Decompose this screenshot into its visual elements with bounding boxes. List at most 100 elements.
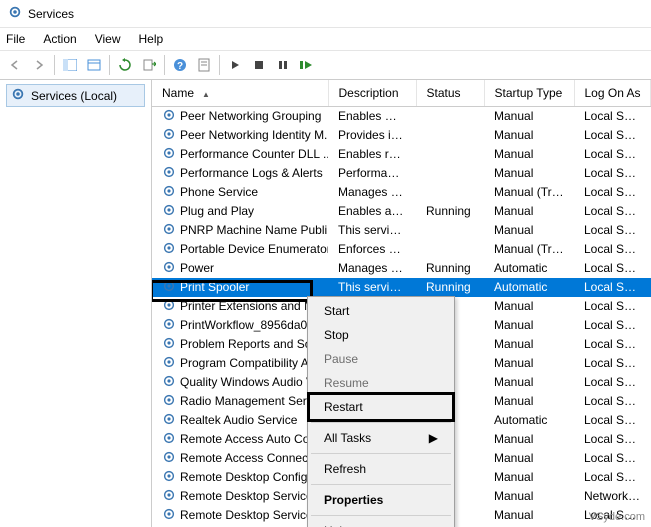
svc-desc: Manages th... — [328, 183, 416, 202]
ctx-all-tasks[interactable]: All Tasks▶ — [310, 426, 452, 450]
svc-logon: Local Service — [574, 106, 651, 126]
svc-desc: Enables a c... — [328, 202, 416, 221]
sidebar-item-services-local[interactable]: Services (Local) — [6, 84, 145, 107]
gear-icon — [162, 317, 176, 334]
forward-button[interactable] — [28, 54, 50, 76]
sidebar-item-label: Services (Local) — [31, 89, 117, 103]
help-button[interactable]: ? — [169, 54, 191, 76]
svc-logon: Local Service — [574, 373, 651, 392]
svc-name: PNRP Machine Name Publi... — [180, 223, 328, 237]
svc-name: Power — [180, 261, 214, 275]
svc-startup: Manual — [484, 126, 574, 145]
svc-startup: Manual (Trig... — [484, 240, 574, 259]
svc-logon: Local Syste... — [574, 316, 651, 335]
svc-name: Program Compatibility Ass... — [180, 356, 328, 370]
stop-service-button[interactable] — [248, 54, 270, 76]
svc-name: Performance Counter DLL ... — [180, 147, 328, 161]
svc-logon: Local Service — [574, 126, 651, 145]
table-row[interactable]: Peer Networking Identity M...Provides id… — [152, 126, 651, 145]
svc-status — [416, 240, 484, 259]
gear-icon — [162, 279, 176, 296]
menu-file[interactable]: File — [6, 32, 25, 46]
col-logon[interactable]: Log On As — [574, 80, 651, 106]
ctx-properties[interactable]: Properties — [310, 488, 452, 512]
gear-icon — [162, 203, 176, 220]
svc-name: Problem Reports and Solut... — [180, 337, 328, 351]
svc-name: Portable Device Enumerator... — [180, 242, 328, 256]
table-row[interactable]: Phone ServiceManages th...Manual (Trig..… — [152, 183, 651, 202]
svc-logon: Local Service — [574, 164, 651, 183]
table-header-row: Name▲ Description Status Startup Type Lo… — [152, 80, 651, 106]
svc-logon: Local Syste... — [574, 430, 651, 449]
svc-logon: Local Syste... — [574, 202, 651, 221]
svc-startup: Manual — [484, 430, 574, 449]
svc-desc: Performanc... — [328, 164, 416, 183]
svc-desc: Enforces gr... — [328, 240, 416, 259]
svc-status — [416, 221, 484, 240]
export-button[interactable] — [83, 54, 105, 76]
menu-view[interactable]: View — [95, 32, 121, 46]
svc-logon: Local Syste... — [574, 354, 651, 373]
svc-logon: Local Syste... — [574, 468, 651, 487]
menu-action[interactable]: Action — [43, 32, 76, 46]
ctx-refresh[interactable]: Refresh — [310, 457, 452, 481]
properties-button[interactable] — [193, 54, 215, 76]
refresh-button[interactable] — [114, 54, 136, 76]
svc-startup: Manual — [484, 145, 574, 164]
ctx-stop[interactable]: Stop — [310, 323, 452, 347]
gear-icon — [162, 241, 176, 258]
svc-logon: Local Syste... — [574, 297, 651, 316]
gear-icon — [162, 108, 176, 125]
svc-desc: Manages p... — [328, 259, 416, 278]
gear-icon — [162, 336, 176, 353]
table-row[interactable]: Plug and PlayEnables a c...RunningManual… — [152, 202, 651, 221]
table-row[interactable]: Portable Device Enumerator...Enforces gr… — [152, 240, 651, 259]
ctx-help[interactable]: Help — [310, 519, 452, 527]
pause-service-button[interactable] — [272, 54, 294, 76]
chevron-right-icon: ▶ — [429, 431, 438, 445]
start-service-button[interactable] — [224, 54, 246, 76]
window-title: Services — [28, 7, 74, 21]
col-status[interactable]: Status — [416, 80, 484, 106]
svc-status — [416, 164, 484, 183]
svc-name: Realtek Audio Service — [180, 413, 297, 427]
svc-name: PrintWorkflow_8956da0 — [180, 318, 307, 332]
restart-service-button[interactable] — [296, 54, 318, 76]
separator — [311, 422, 451, 423]
col-startup[interactable]: Startup Type — [484, 80, 574, 106]
table-row[interactable]: PowerManages p...RunningAutomaticLocal S… — [152, 259, 651, 278]
menu-help[interactable]: Help — [139, 32, 164, 46]
gear-icon — [162, 298, 176, 315]
table-row[interactable]: Performance Counter DLL ...Enables rem..… — [152, 145, 651, 164]
svc-startup: Manual — [484, 392, 574, 411]
toolbar-separator — [109, 55, 110, 75]
svc-startup: Manual — [484, 335, 574, 354]
svc-name: Remote Desktop Configura... — [180, 470, 328, 484]
col-name[interactable]: Name▲ — [152, 80, 328, 106]
gear-icon — [8, 5, 22, 22]
svc-startup: Manual — [484, 354, 574, 373]
svc-status — [416, 145, 484, 164]
svc-startup: Automatic — [484, 411, 574, 430]
svc-name: Remote Desktop Services — [180, 489, 319, 503]
svc-status — [416, 106, 484, 126]
svc-logon: Local Syste... — [574, 278, 651, 297]
table-row[interactable]: Print SpoolerThis service...RunningAutom… — [152, 278, 651, 297]
svc-name: Performance Logs & Alerts — [180, 166, 323, 180]
svc-logon: Local Syste... — [574, 259, 651, 278]
back-button[interactable] — [4, 54, 26, 76]
show-hide-tree-button[interactable] — [59, 54, 81, 76]
ctx-start[interactable]: Start — [310, 299, 452, 323]
table-row[interactable]: PNRP Machine Name Publi...This service .… — [152, 221, 651, 240]
table-row[interactable]: Peer Networking GroupingEnables mul...Ma… — [152, 106, 651, 126]
svc-startup: Manual — [484, 221, 574, 240]
svc-startup: Manual — [484, 487, 574, 506]
svc-startup: Manual — [484, 316, 574, 335]
svc-desc: This service... — [328, 278, 416, 297]
ctx-restart[interactable]: Restart — [310, 395, 452, 419]
table-row[interactable]: Performance Logs & AlertsPerformanc...Ma… — [152, 164, 651, 183]
toolbar: ? — [0, 50, 651, 80]
export-list-button[interactable] — [138, 54, 160, 76]
svc-status — [416, 183, 484, 202]
col-description[interactable]: Description — [328, 80, 416, 106]
